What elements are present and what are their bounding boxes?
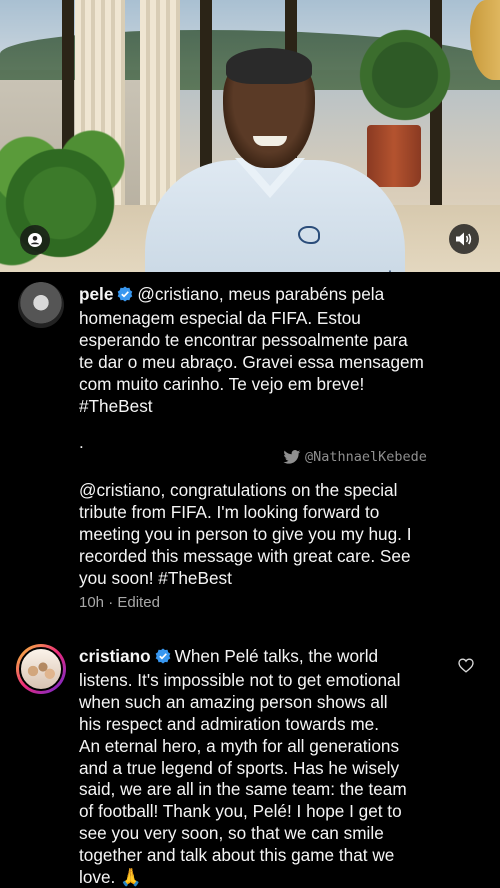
twitter-bird-icon <box>283 449 301 464</box>
comment-line: tribute from FIFA. I'm looking forward t… <box>79 501 380 522</box>
video-plant <box>0 115 140 272</box>
comment-line: meeting you in person to give you my hug… <box>79 523 412 544</box>
heart-icon <box>458 658 474 673</box>
comment-translation: @cristiano, congratulations on the speci… <box>79 480 479 590</box>
comment-text: When Pelé talks, the world <box>174 646 379 666</box>
comment-line: #TheBest <box>79 395 153 416</box>
comment-cristiano: cristiano When Pelé talks, the world list… <box>79 646 449 888</box>
comment-line: his respect and admiration towards me. <box>79 713 379 734</box>
shirt-logo <box>298 226 320 244</box>
comment-line: listens. It's impossible not to get emot… <box>79 669 401 690</box>
comment-line: te dar o meu abraço. Gravei essa mensage… <box>79 351 424 372</box>
watermark: @NathnaelKebede <box>283 449 427 465</box>
comment-line: pele @cristiano, meus parabéns pela <box>79 284 489 308</box>
comment-line: An eternal hero, a myth for all generati… <box>79 735 400 756</box>
video-person: pele <box>140 40 410 272</box>
comment-line: com muito carinho. Te vejo em breve! <box>79 373 365 394</box>
comment-time: 10h <box>79 594 105 611</box>
comment-line: recorded this message with great care. S… <box>79 545 411 566</box>
watermark-text: @NathnaelKebede <box>305 449 427 465</box>
verified-badge-icon <box>117 286 133 308</box>
shirt-text: pele <box>377 270 397 272</box>
verified-badge-icon <box>155 648 171 670</box>
person-icon <box>28 233 42 247</box>
comment-line: said, we are all in the same team: the t… <box>79 779 407 800</box>
avatar-pele[interactable] <box>18 282 64 328</box>
video-player[interactable]: pele <box>0 0 500 272</box>
speaker-icon <box>456 232 472 246</box>
comment-line: when such an amazing person shows all <box>79 691 388 712</box>
comment-line: esperando te encontrar pessoalmente para <box>79 329 408 350</box>
comment-line: you soon! #TheBest <box>79 567 232 588</box>
comment-line: love. 🙏 <box>79 867 142 888</box>
edited-label: Edited <box>117 594 160 611</box>
comment-line: and a true legend of sports. Has he wise… <box>79 757 400 778</box>
comment-meta: 10h · Edited <box>79 594 160 611</box>
comment-line: @cristiano, congratulations on the speci… <box>79 480 398 500</box>
comment-line: homenagem especial da FIFA. Estou <box>79 307 361 328</box>
meta-dot: · <box>108 594 114 611</box>
person-shirt: pele <box>145 160 405 272</box>
avatar-cristiano[interactable] <box>16 644 66 694</box>
comment-line: see you very soon, so that we can smile <box>79 823 384 844</box>
comment-pele: pele @cristiano, meus parabéns pela homen… <box>79 284 489 417</box>
person-smile <box>253 136 287 146</box>
avatar-image <box>19 647 63 691</box>
comment-line: cristiano When Pelé talks, the world <box>79 646 449 670</box>
sound-toggle-button[interactable] <box>449 224 479 254</box>
comment-line: together and talk about this game that w… <box>79 845 395 866</box>
username-pele[interactable]: pele <box>79 284 113 304</box>
comment-separator: . <box>79 433 84 452</box>
person-hair <box>226 48 312 84</box>
comment-text: @cristiano, meus parabéns pela <box>137 284 385 304</box>
profile-tag-button[interactable] <box>20 225 50 255</box>
like-button[interactable] <box>458 658 474 678</box>
username-cristiano[interactable]: cristiano <box>79 646 151 666</box>
comment-line: of football! Thank you, Pelé! I hope I g… <box>79 801 402 822</box>
